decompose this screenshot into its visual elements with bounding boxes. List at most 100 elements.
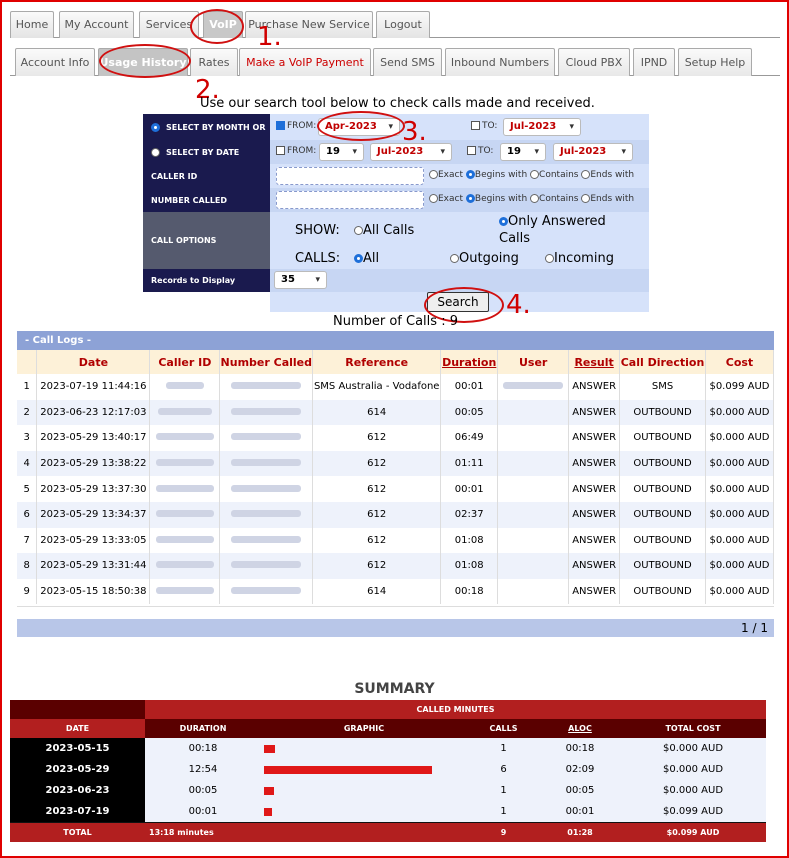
all-calls-radio[interactable] — [354, 226, 363, 235]
redacted-value — [231, 561, 302, 569]
caller-id-contains-radio[interactable] — [530, 170, 540, 179]
month-to-checkbox[interactable] — [471, 121, 480, 130]
summary-group-spacer — [10, 700, 145, 719]
summary-row: 2023-05-15 00:18 1 00:18 $0.000 AUD — [10, 738, 766, 759]
tab-home[interactable]: Home — [10, 11, 54, 38]
calls-incoming-radio[interactable] — [545, 254, 554, 263]
caller-id-input[interactable] — [276, 167, 424, 185]
cell-reference: 612 — [312, 476, 442, 502]
summary-bar — [264, 766, 432, 774]
number-called-text: NUMBER CALLED — [151, 195, 228, 205]
col-user[interactable]: User — [497, 350, 570, 374]
call-logs-spacer — [17, 606, 774, 619]
cell-duration: 01:08 — [440, 527, 499, 554]
date-from-checkbox[interactable] — [276, 146, 285, 155]
col-date[interactable]: Date — [36, 350, 151, 374]
col-number-called[interactable]: Number Called — [219, 350, 314, 374]
date-to-month-select[interactable]: Jul-2023 — [553, 143, 633, 161]
calls-incoming-option[interactable]: Incoming — [545, 251, 614, 266]
table-row: 5 2023-05-29 13:37:30 612 00:01 ANSWER OUTBOU… — [17, 476, 775, 502]
cell-reference: 612 — [312, 527, 442, 554]
number-contains-label: Contains — [539, 194, 579, 204]
only-answered-label: Only Answered Calls — [499, 214, 606, 246]
only-answered-option[interactable]: Only Answered Calls — [499, 213, 619, 247]
date-from-day-select[interactable]: 19 — [319, 143, 364, 161]
cell-index: 6 — [17, 501, 38, 528]
records-select[interactable]: 35 — [274, 271, 327, 289]
summary-calls: 6 — [467, 759, 540, 780]
only-answered-radio[interactable] — [499, 217, 508, 226]
call-options-label: CALL OPTIONS — [143, 212, 270, 269]
cell-result: ANSWER — [568, 476, 621, 502]
tab-my-account[interactable]: My Account — [59, 11, 134, 38]
caller-id-begins-radio[interactable] — [465, 170, 475, 179]
calls-outgoing-label: Outgoing — [459, 251, 519, 266]
date-row: FROM: 19 Jul-2023 TO: 19 Jul-2023 — [270, 140, 649, 164]
month-to-select[interactable]: Jul-2023 — [503, 118, 581, 136]
summary-date: 2023-05-15 — [10, 738, 145, 759]
date-to-checkbox[interactable] — [467, 146, 476, 155]
col-call-direction[interactable]: Call Direction — [619, 350, 706, 374]
tab-account-info[interactable]: Account Info — [15, 48, 95, 76]
call-logs-header-row: Date Caller ID Number Called Reference D… — [17, 350, 775, 374]
select-by-date-radio[interactable] — [151, 147, 160, 157]
summary-table: CALLED MINUTES DATE DURATION GRAPHIC CAL… — [10, 700, 766, 842]
number-exact-radio[interactable] — [429, 194, 438, 203]
caller-id-text: CALLER ID — [151, 171, 198, 181]
summary-calls: 1 — [467, 780, 540, 801]
summary-cost: $0.099 AUD — [620, 801, 766, 822]
cell-index: 9 — [17, 578, 38, 605]
calls-outgoing-radio[interactable] — [450, 254, 459, 263]
calls-all-option[interactable]: All — [354, 251, 379, 266]
cell-caller-id — [149, 501, 221, 528]
cell-result: ANSWER — [568, 578, 621, 605]
cell-reference: 612 — [312, 553, 442, 579]
number-ends-radio[interactable] — [581, 194, 591, 203]
cell-cost: $0.000 AUD — [705, 399, 775, 426]
cell-result: ANSWER — [568, 450, 621, 477]
col-caller-id[interactable]: Caller ID — [149, 350, 221, 374]
caller-id-ends-radio[interactable] — [581, 170, 591, 179]
tab-ipnd[interactable]: IPND — [633, 48, 675, 76]
date-to-day-select[interactable]: 19 — [500, 143, 546, 161]
cell-result: ANSWER — [568, 501, 621, 528]
tab-make-voip-payment[interactable]: Make a VoIP Payment — [239, 48, 371, 76]
cell-caller-id — [149, 553, 221, 579]
cell-result: ANSWER — [568, 374, 621, 400]
tab-rates[interactable]: Rates — [190, 48, 238, 76]
number-begins-radio[interactable] — [465, 194, 475, 203]
cell-user — [497, 425, 570, 451]
all-calls-option[interactable]: All Calls — [354, 223, 414, 238]
tab-send-sms[interactable]: Send SMS — [373, 48, 442, 76]
col-cost[interactable]: Cost — [705, 350, 775, 374]
number-called-input[interactable] — [276, 191, 424, 209]
calls-outgoing-option[interactable]: Outgoing — [450, 251, 519, 266]
col-reference[interactable]: Reference — [312, 350, 442, 374]
cell-duration: 00:05 — [440, 399, 499, 426]
month-from-checkbox[interactable] — [276, 121, 285, 130]
tab-inbound-numbers[interactable]: Inbound Numbers — [445, 48, 555, 76]
summary-graphic — [261, 738, 467, 759]
tab-cloud-pbx[interactable]: Cloud PBX — [558, 48, 630, 76]
redacted-value — [231, 535, 302, 543]
cell-cost: $0.000 AUD — [705, 578, 775, 605]
cell-user — [497, 374, 570, 400]
col-result[interactable]: Result — [568, 350, 621, 374]
cell-user — [497, 450, 570, 477]
table-row: 8 2023-05-29 13:31:44 612 01:08 ANSWER OUTBOU… — [17, 553, 775, 579]
cell-user — [497, 578, 570, 605]
summary-total-label: TOTAL — [63, 828, 92, 837]
number-contains-radio[interactable] — [530, 194, 540, 203]
col-duration[interactable]: Duration — [440, 350, 499, 374]
tab-logout[interactable]: Logout — [376, 11, 430, 38]
cell-caller-id — [149, 399, 221, 426]
cell-reference: 614 — [312, 578, 442, 605]
call-logs-pager: 1 / 1 — [17, 619, 774, 637]
cell-date: 2023-05-15 18:50:38 — [36, 578, 151, 605]
cell-date: 2023-07-19 11:44:16 — [36, 374, 151, 400]
calls-all-radio[interactable] — [354, 254, 363, 263]
caller-id-exact-radio[interactable] — [429, 170, 438, 179]
tab-setup-help[interactable]: Setup Help — [678, 48, 752, 76]
cell-cost: $0.000 AUD — [705, 553, 775, 579]
select-by-month-radio[interactable] — [151, 122, 160, 132]
